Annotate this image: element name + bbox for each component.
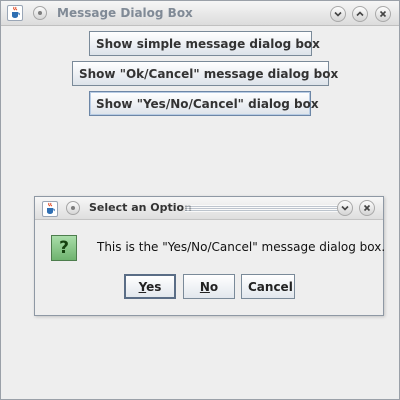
dialog-message: This is the "Yes/No/Cancel" message dial…	[97, 240, 386, 254]
window-menu-icon[interactable]	[33, 6, 47, 20]
show-yes-no-cancel-button[interactable]: Show "Yes/No/Cancel" dialog box	[89, 91, 319, 116]
yes-button[interactable]: Yes	[124, 274, 176, 299]
java-cup-icon[interactable]	[42, 201, 58, 217]
close-icon[interactable]	[375, 6, 391, 22]
cancel-button[interactable]: Cancel	[241, 274, 295, 299]
no-mnemonic: N	[199, 280, 210, 294]
close-icon[interactable]	[359, 200, 375, 216]
title-bar[interactable]: Message Dialog Box	[1, 1, 399, 26]
maximize-icon[interactable]	[352, 6, 368, 22]
yes-label: es	[146, 280, 162, 294]
dialog-title-bar[interactable]: Select an Option	[35, 197, 383, 220]
dialog-menu-icon[interactable]	[66, 201, 80, 215]
minimize-icon[interactable]	[337, 200, 353, 216]
minimize-icon[interactable]	[330, 6, 346, 22]
no-label: o	[209, 280, 219, 294]
title-grip	[185, 205, 345, 212]
show-simple-message-button[interactable]: Show simple message dialog box	[89, 31, 320, 56]
window-title: Message Dialog Box	[57, 6, 193, 20]
java-cup-icon[interactable]	[7, 5, 23, 21]
show-ok-cancel-button[interactable]: Show "Ok/Cancel" message dialog box	[72, 61, 338, 86]
option-dialog: Select an Option ? This is the "Yes/No/C…	[34, 196, 386, 316]
question-icon: ?	[51, 235, 77, 261]
no-button[interactable]: No	[183, 274, 235, 299]
dialog-title: Select an Option	[89, 201, 192, 214]
